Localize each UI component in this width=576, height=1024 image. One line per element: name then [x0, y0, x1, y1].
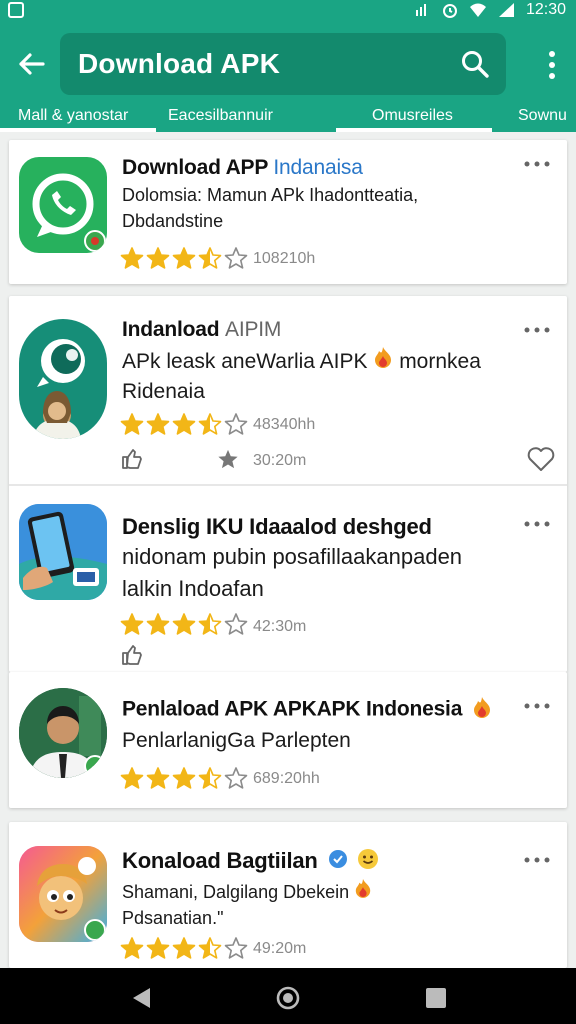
status-time: 12:30	[525, 1, 566, 18]
status-bar: 12:30	[0, 0, 576, 22]
rating-stars	[120, 246, 248, 270]
chat-bubble-icon[interactable]	[19, 319, 107, 439]
thumbs-up-icon[interactable]	[121, 644, 143, 666]
signal-icon	[415, 4, 426, 16]
star-icon	[146, 413, 170, 435]
star-icon	[146, 937, 170, 959]
tab-active-indicator	[0, 128, 156, 132]
result-title-accent: AIPIM	[225, 318, 282, 341]
result-meta: 108210h	[253, 250, 316, 267]
rating-stars	[120, 412, 248, 436]
person-icon[interactable]	[19, 688, 107, 778]
star-icon	[120, 767, 144, 789]
cartoon-icon[interactable]	[19, 846, 107, 942]
star-icon	[224, 247, 248, 269]
search-query[interactable]: Download APK	[78, 48, 280, 80]
result-card[interactable]: Download APP Indanaisa Dolomsia: Mamun A…	[9, 140, 567, 284]
result-title[interactable]: Konaload Bagtiilan	[122, 848, 379, 876]
phone-game-icon[interactable]	[19, 504, 107, 600]
result-meta: 48340hh	[253, 416, 316, 433]
star-icon	[198, 767, 222, 789]
result-description: APk leask aneWarlia AIPK mornkea Ridenai…	[122, 346, 481, 407]
star-icon	[120, 613, 144, 635]
nav-home-icon[interactable]	[276, 986, 300, 1010]
rating-stars	[120, 936, 248, 960]
star-icon	[198, 413, 222, 435]
tab-1[interactable]: Eacesilbannuir	[168, 108, 324, 132]
star-icon	[224, 413, 248, 435]
result-description: PenlarlanigGa Parlepten	[122, 729, 351, 752]
star-icon	[224, 767, 248, 789]
search-icon[interactable]	[460, 49, 490, 79]
star-icon	[198, 937, 222, 959]
star-icon	[146, 767, 170, 789]
star-icon	[224, 937, 248, 959]
notification-icon	[8, 2, 24, 18]
result-description: Shamani, Dalgilang Dbekein Pdsanatian."	[122, 878, 372, 931]
rating-stars	[120, 766, 248, 790]
verified-badge-icon	[328, 849, 348, 875]
star-icon[interactable]	[217, 448, 239, 470]
result-card[interactable]: Penlaload APK APKAPK Indonesia Penlarlan…	[9, 672, 567, 808]
nav-back-icon[interactable]	[130, 986, 154, 1010]
result-meta: 42:30m	[253, 618, 307, 635]
result-title[interactable]: Denslig IKU Idaaalod deshged	[122, 514, 432, 540]
app-bar: Download APK	[0, 22, 576, 108]
star-icon	[146, 613, 170, 635]
result-card[interactable]: Konaload Bagtiilan Shamani, Dalgilang Db…	[9, 822, 567, 968]
whatsapp-icon[interactable]	[19, 157, 107, 253]
star-icon	[198, 613, 222, 635]
result-description: nidonam pubin posafillaakanpaden lalkin …	[122, 544, 463, 601]
nav-recents-icon[interactable]	[424, 986, 448, 1010]
star-icon	[172, 613, 196, 635]
result-title[interactable]: Download APP Indanaisa	[122, 156, 363, 180]
result-title-accent: Indanaisa	[273, 156, 363, 179]
star-icon	[172, 413, 196, 435]
rating-stars	[120, 612, 248, 636]
tab-3[interactable]: Sownu	[504, 108, 576, 132]
more-options-icon[interactable]	[523, 856, 551, 864]
flame-emoji-icon	[373, 347, 399, 373]
star-icon	[172, 937, 196, 959]
result-meta-secondary: 30:20m	[253, 452, 307, 469]
star-icon	[120, 247, 144, 269]
result-card[interactable]: Indanload AIPIM APk leask aneWarlia AIPK…	[9, 296, 567, 672]
star-icon	[224, 613, 248, 635]
heart-outline-icon[interactable]	[527, 446, 555, 472]
wifi-icon	[469, 3, 486, 17]
more-vert-icon[interactable]	[548, 50, 556, 80]
flame-emoji-icon	[472, 696, 492, 724]
back-arrow-icon[interactable]	[16, 49, 46, 79]
divider	[9, 484, 567, 486]
star-icon	[120, 937, 144, 959]
category-tabs: Mall & yanostar Eacesilbannuir Omusreile…	[0, 108, 576, 132]
star-icon	[120, 413, 144, 435]
flame-emoji-icon	[354, 879, 372, 902]
search-field[interactable]: Download APK	[60, 33, 506, 95]
star-icon	[172, 767, 196, 789]
result-title[interactable]: Penlaload APK APKAPK Indonesia	[122, 696, 492, 724]
star-icon	[172, 247, 196, 269]
more-options-icon[interactable]	[523, 520, 551, 528]
more-options-icon[interactable]	[523, 702, 551, 710]
star-icon	[198, 247, 222, 269]
more-options-icon[interactable]	[523, 160, 551, 168]
result-description: Dolomsia: Mamun APk Ihadontteatia, Dbdan…	[122, 185, 419, 231]
thumbs-up-icon[interactable]	[121, 448, 143, 470]
battery-icon	[498, 3, 514, 17]
result-meta: 49:20m	[253, 940, 307, 957]
result-title[interactable]: Indanload AIPIM	[122, 318, 281, 342]
tab-underline	[336, 128, 492, 132]
more-options-icon[interactable]	[523, 326, 551, 334]
system-nav-bar	[0, 968, 576, 1024]
smiley-emoji-icon	[357, 848, 379, 876]
alarm-icon	[442, 4, 457, 18]
star-icon	[146, 247, 170, 269]
result-meta: 689:20hh	[253, 770, 320, 787]
